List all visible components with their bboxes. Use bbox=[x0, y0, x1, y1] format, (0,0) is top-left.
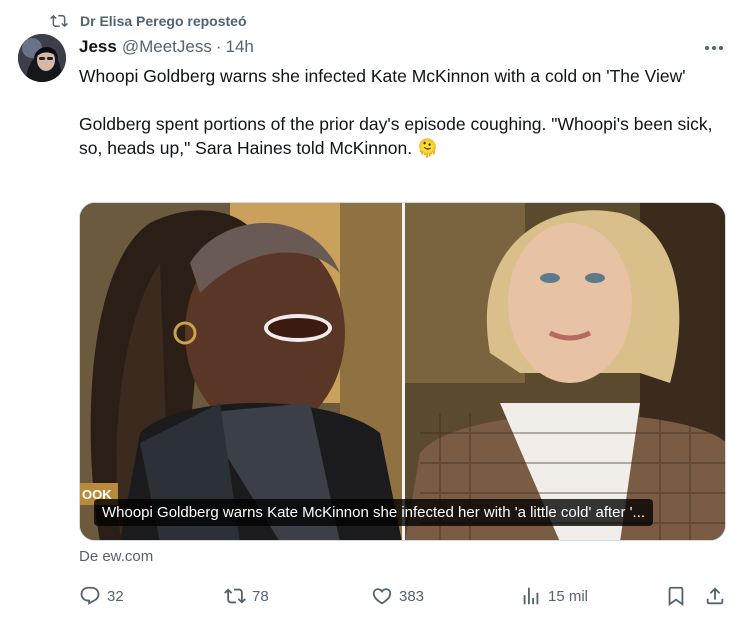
reply-count: 32 bbox=[107, 587, 124, 605]
avatar[interactable] bbox=[18, 34, 66, 82]
views-count: 15 mil bbox=[548, 587, 589, 605]
tweet-header: Jess @MeetJess · 14h bbox=[79, 36, 730, 58]
separator: · bbox=[215, 37, 222, 56]
action-bar: 32 78 383 15 mil bbox=[79, 583, 729, 609]
tweet-time[interactable]: 14h bbox=[226, 37, 254, 57]
tweet-text: Whoopi Goldberg warns she infected Kate … bbox=[79, 64, 734, 160]
bookmark-button[interactable] bbox=[665, 583, 687, 609]
repost-count: 78 bbox=[252, 587, 269, 605]
analytics-icon bbox=[520, 585, 542, 607]
reply-button[interactable]: 32 bbox=[79, 583, 124, 609]
author-handle[interactable]: @MeetJess bbox=[122, 37, 212, 57]
repost-icon bbox=[50, 12, 68, 30]
share-icon bbox=[704, 585, 726, 607]
repost-icon bbox=[224, 585, 246, 607]
author-name[interactable]: Jess bbox=[79, 37, 117, 57]
bookmark-icon bbox=[665, 585, 687, 607]
reply-icon bbox=[79, 585, 101, 607]
heart-icon bbox=[371, 585, 393, 607]
tweet-paragraph-2: Goldberg spent portions of the prior day… bbox=[79, 114, 713, 158]
media-image: OOK bbox=[80, 203, 725, 540]
repost-label: Dr Elisa Perego reposteó bbox=[80, 13, 247, 29]
media-caption: Whoopi Goldberg warns Kate McKinnon she … bbox=[94, 499, 654, 526]
repost-button[interactable]: 78 bbox=[224, 583, 269, 609]
repost-header[interactable]: Dr Elisa Perego reposteó bbox=[50, 10, 247, 32]
link-card-image[interactable]: OOK Whoopi Goldberg warns Kate McKinnon … bbox=[79, 202, 726, 541]
share-button[interactable] bbox=[704, 583, 726, 609]
link-source[interactable]: De ew.com bbox=[79, 548, 153, 565]
tweet-paragraph-1: Whoopi Goldberg warns she infected Kate … bbox=[79, 66, 686, 86]
more-options-icon[interactable] bbox=[702, 38, 726, 58]
like-count: 383 bbox=[399, 587, 425, 605]
like-button[interactable]: 383 bbox=[371, 583, 424, 609]
views-button[interactable]: 15 mil bbox=[520, 583, 588, 609]
